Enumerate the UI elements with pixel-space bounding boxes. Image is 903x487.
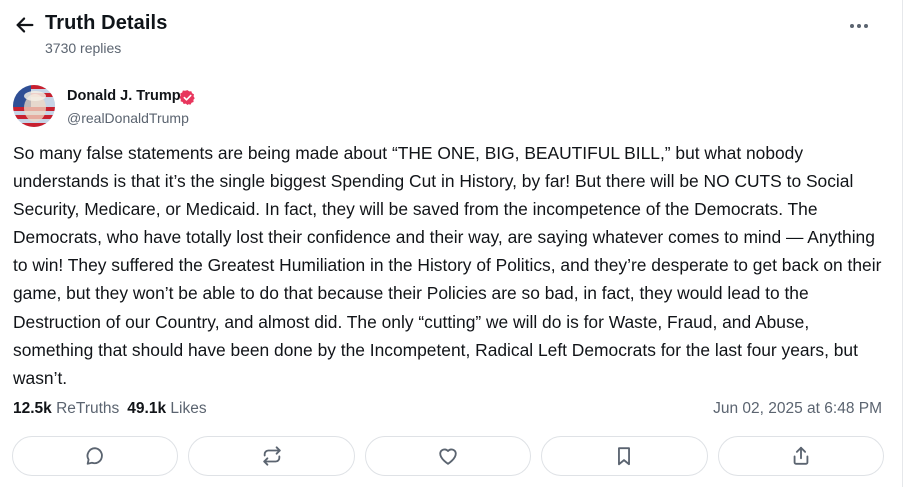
share-icon (793, 446, 809, 465)
arrow-left-icon (16, 17, 34, 33)
avatar[interactable] (13, 85, 55, 127)
bookmark-icon (618, 447, 631, 466)
author-name[interactable]: Donald J. Trump (67, 88, 181, 104)
author-handle[interactable]: @realDonaldTrump (67, 110, 189, 126)
ellipsis-icon (850, 24, 868, 28)
likes-label: Likes (170, 400, 207, 417)
repost-icon (262, 446, 281, 466)
action-bar (12, 436, 885, 478)
page-title: Truth Details (45, 12, 168, 34)
truth-details-panel: Truth Details 3730 replies Donald J. Tru… (0, 0, 903, 487)
like-button[interactable] (364, 436, 532, 476)
retruths-stat[interactable]: 12.5k ReTruths (13, 400, 119, 417)
back-button[interactable] (12, 12, 38, 38)
likes-count: 49.1k (127, 400, 167, 417)
share-button[interactable] (717, 436, 885, 476)
retruth-button[interactable] (188, 436, 355, 476)
bookmark-button[interactable] (541, 436, 708, 476)
more-options-button[interactable] (844, 16, 874, 36)
reply-count: 3730 replies (45, 40, 122, 56)
verified-badge-icon (179, 90, 195, 105)
likes-stat[interactable]: 49.1k Likes (127, 400, 206, 417)
heart-icon (439, 448, 457, 465)
post-timestamp: Jun 02, 2025 at 6:48 PM (713, 400, 882, 417)
comment-icon (86, 447, 104, 465)
reply-button[interactable] (12, 436, 179, 476)
post-text: So many false statements are being made … (13, 143, 882, 388)
post-stats: 12.5k ReTruths 49.1k Likes (13, 400, 207, 418)
retruths-label: ReTruths (56, 400, 120, 417)
avatar-image (13, 85, 55, 127)
retruths-count: 12.5k (13, 400, 52, 417)
